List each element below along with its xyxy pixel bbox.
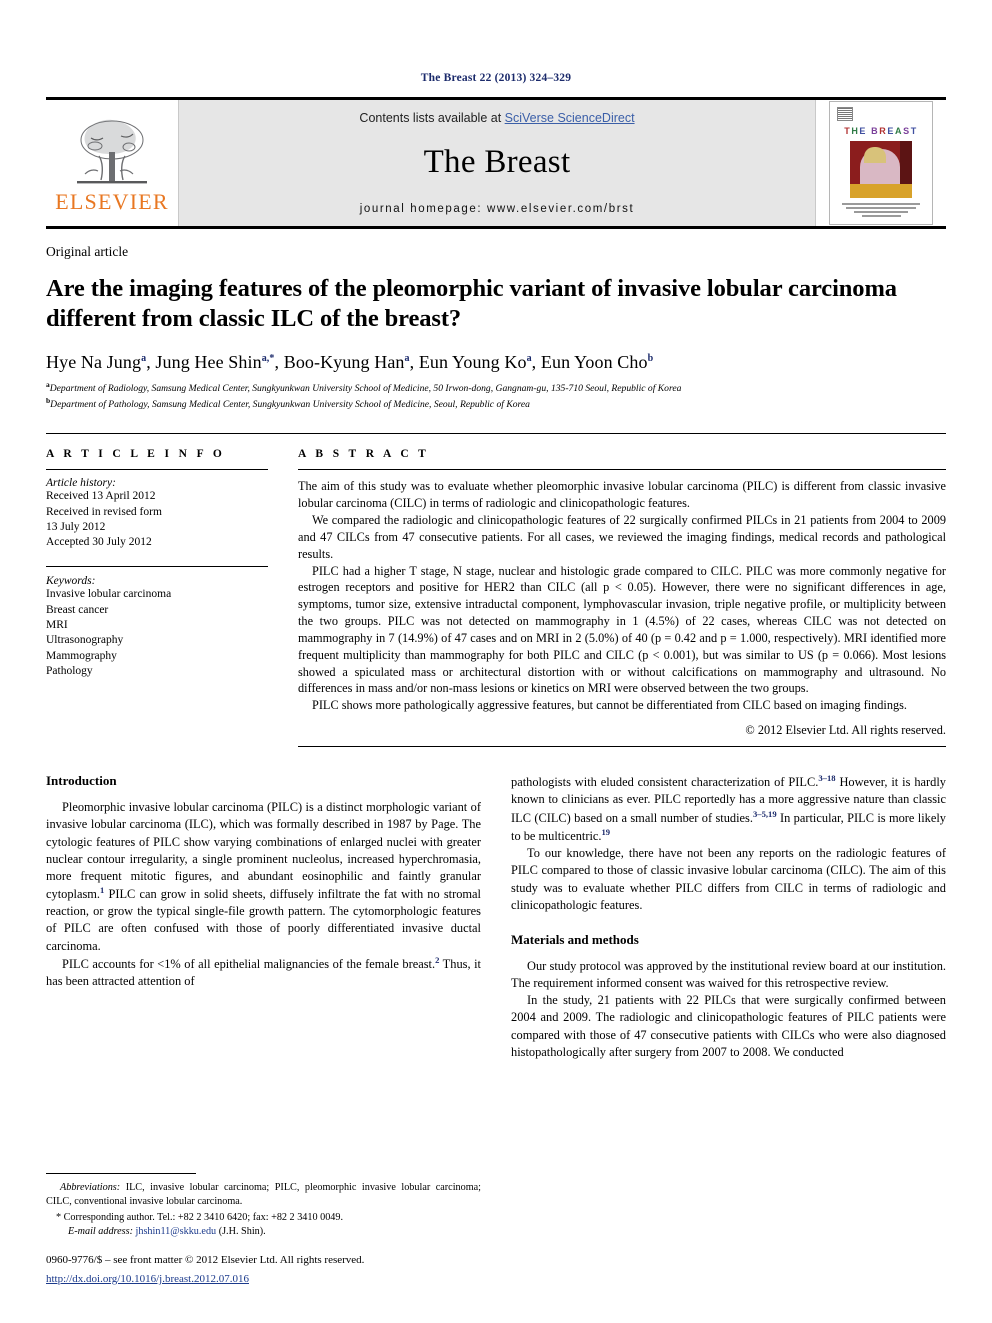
cover-elsevier-mark-icon [837, 107, 853, 121]
elsevier-logo: ELSEVIER [46, 100, 178, 226]
abstract-copyright: © 2012 Elsevier Ltd. All rights reserved… [745, 723, 946, 738]
doi-link[interactable]: http://dx.doi.org/10.1016/j.breast.2012.… [46, 1273, 249, 1285]
abstract-paragraph: PILC had a higher T stage, N stage, nucl… [298, 563, 946, 696]
abstract-paragraph: The aim of this study was to evaluate wh… [298, 479, 946, 511]
cover-caption-lines [842, 203, 920, 219]
journal-article-page: The Breast 22 (2013) 324–329 ELSEVIER Co… [0, 0, 992, 1323]
keywords-block: Keywords: Invasive lobular carcinoma Bre… [46, 575, 268, 679]
abstract-body: The aim of this study was to evaluate wh… [298, 478, 946, 714]
abbreviations-label: Abbreviations: [60, 1181, 121, 1193]
divider [298, 469, 946, 471]
history-item: Received 13 April 2012 [46, 490, 156, 503]
abstract-column: A B S T R A C T The aim of this study wa… [290, 434, 946, 748]
footnote-block: Abbreviations: ILC, invasive lobular car… [46, 1172, 481, 1287]
journal-cover-thumbnail: THE BREAST [816, 100, 946, 226]
email-suffix: (J.H. Shin). [216, 1226, 266, 1238]
section-heading-materials-and-methods: Materials and methods [511, 931, 639, 947]
divider [46, 469, 268, 471]
keyword-item: Pathology [46, 664, 93, 677]
article-history-label: Article history: [46, 477, 116, 490]
sciencedirect-link[interactable]: SciVerse ScienceDirect [505, 111, 635, 125]
abstract-paragraph: We compared the radiologic and clinicopa… [298, 513, 946, 561]
contents-available-line: Contents lists available at SciVerse Sci… [359, 111, 634, 125]
affiliations: aDepartment of Radiology, Samsung Medica… [46, 380, 946, 412]
article-info-heading: A R T I C L E I N F O [46, 448, 226, 461]
footnote-divider [46, 1172, 196, 1174]
journal-title: The Breast [423, 143, 571, 180]
keyword-item: Ultrasonography [46, 634, 124, 647]
body-paragraph: In the study, 21 patients with 22 PILCs … [511, 993, 946, 1059]
keywords-label: Keywords: [46, 575, 96, 588]
elsevier-wordmark: ELSEVIER [55, 188, 169, 214]
cover-artwork [850, 140, 912, 198]
history-item: 13 July 2012 [46, 520, 106, 533]
running-head: The Breast 22 (2013) 324–329 [420, 72, 572, 84]
keyword-item: Invasive lobular carcinoma [46, 588, 172, 601]
body-paragraph: To our knowledge, there have not been an… [511, 846, 946, 912]
keyword-item: Breast cancer [46, 603, 109, 616]
issn-line: 0960-9776/$ – see front matter © 2012 El… [46, 1254, 365, 1267]
body-paragraph: PILC accounts for <1% of all epithelial … [46, 954, 481, 989]
elsevier-tree-icon [77, 119, 147, 183]
history-item: Accepted 30 July 2012 [46, 536, 152, 549]
keyword-item: Mammography [46, 649, 117, 662]
article-type: Original article [46, 244, 129, 259]
email-label: E-mail address: [68, 1226, 133, 1238]
abstract-paragraph: PILC shows more pathologically aggressiv… [312, 698, 908, 713]
cover-image: THE BREAST [829, 101, 933, 225]
body-paragraph: Pleomorphic invasive lobular carcinoma (… [46, 800, 481, 953]
body-column-left: Introduction Pleomorphic invasive lobula… [46, 773, 481, 1061]
cover-title-text: THE BREAST [844, 125, 918, 136]
affiliation-a: aDepartment of Radiology, Samsung Medica… [46, 379, 682, 394]
email-link[interactable]: jhshin11@skku.edu [136, 1226, 217, 1237]
footnote-corresponding-author: * Corresponding author. Tel.: +82 2 3410… [56, 1212, 344, 1224]
footnote-abbreviations: Abbreviations: ILC, invasive lobular car… [46, 1181, 481, 1209]
divider [298, 746, 946, 748]
divider [46, 566, 268, 568]
section-heading-introduction: Introduction [46, 773, 117, 789]
affiliation-b: bDepartment of Pathology, Samsung Medica… [46, 395, 530, 410]
body-column-right: pathologists with eluded consistent char… [511, 773, 946, 1061]
author-list: Hye Na Junga, Jung Hee Shina,*, Boo-Kyun… [46, 351, 654, 372]
body-paragraph: Our study protocol was approved by the i… [511, 958, 946, 991]
contents-prefix: Contents lists available at [359, 110, 505, 125]
abstract-heading: A B S T R A C T [298, 448, 430, 461]
article-info-column: A R T I C L E I N F O Article history: R… [46, 434, 290, 747]
history-item: Received in revised form [46, 505, 162, 518]
body-paragraph: pathologists with eluded consistent char… [511, 773, 946, 844]
footnote-email: E-mail address: jhshin11@skku.edu (J.H. … [46, 1225, 481, 1239]
keyword-item: MRI [46, 619, 68, 632]
masthead-center: Contents lists available at SciVerse Sci… [178, 100, 816, 226]
body-columns: Introduction Pleomorphic invasive lobula… [46, 773, 946, 1061]
journal-masthead: ELSEVIER Contents lists available at Sci… [46, 97, 946, 229]
article-title: Are the imaging features of the pleomorp… [46, 275, 897, 333]
info-abstract-block: A R T I C L E I N F O Article history: R… [46, 433, 946, 748]
journal-homepage-line[interactable]: journal homepage: www.elsevier.com/brst [360, 203, 635, 215]
issn-block: 0960-9776/$ – see front matter © 2012 El… [46, 1253, 481, 1287]
